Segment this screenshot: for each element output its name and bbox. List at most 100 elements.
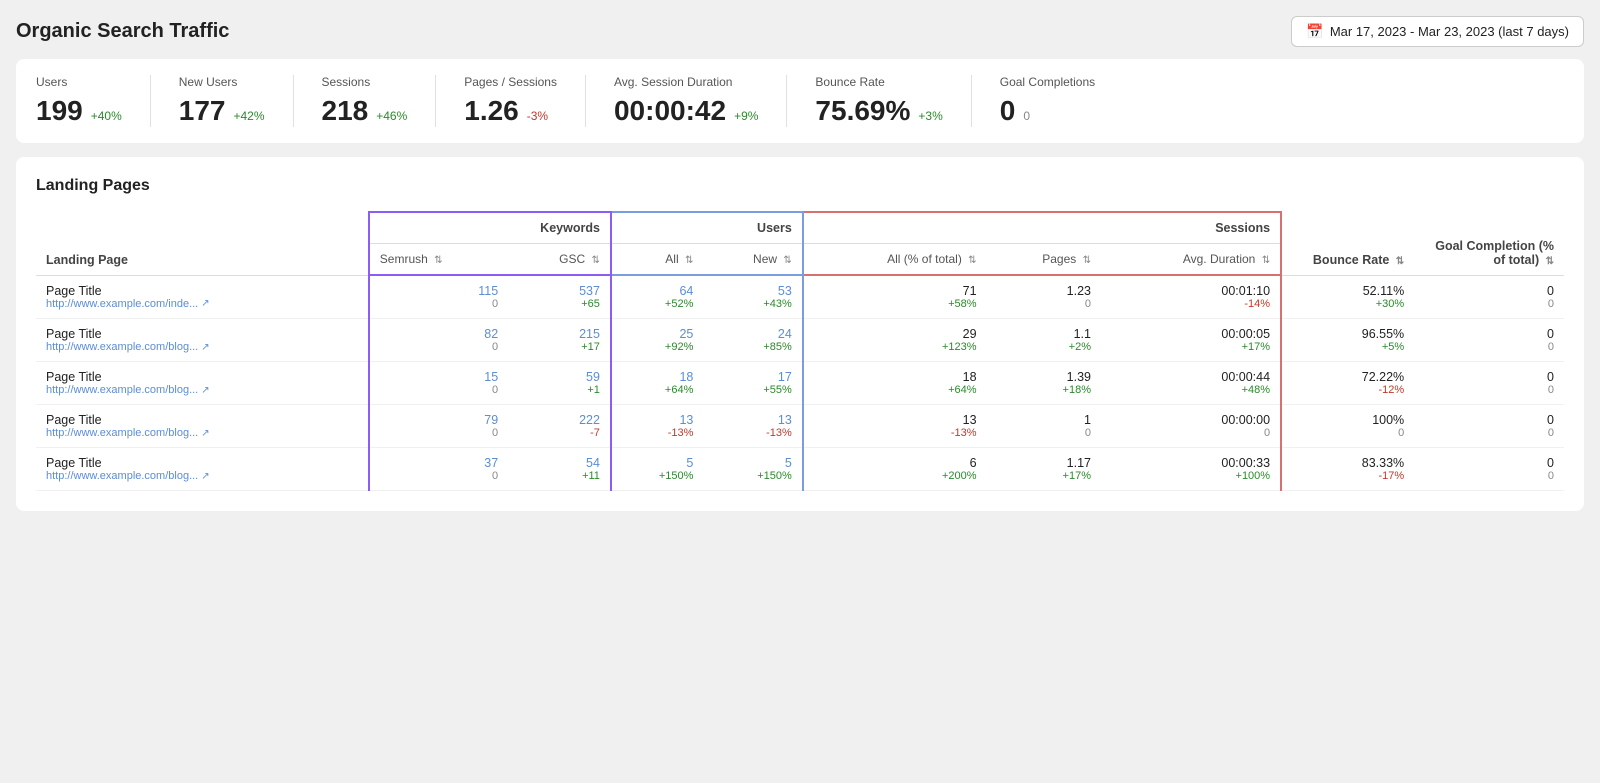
cell-change: 0 [380, 384, 498, 396]
goal-change: 0 [1424, 341, 1554, 353]
group-header-row: Landing Page Keywords Users Sessions Bou… [36, 212, 1564, 244]
data-cell: 17+55% [703, 362, 802, 405]
cell-value: 5 [686, 456, 693, 470]
bounce-value: 72.22% [1362, 370, 1404, 384]
new-users-col-header: New ⇅ [703, 244, 802, 276]
table-body: Page Title http://www.example.com/inde..… [36, 275, 1564, 491]
external-link-icon: ↗ [201, 428, 209, 439]
cell-value: 17 [778, 370, 792, 384]
goal-change: 0 [1424, 427, 1554, 439]
page-url[interactable]: http://www.example.com/inde... ↗ [46, 298, 358, 310]
data-cell: 29+123% [803, 319, 987, 362]
page-title-text: Page Title [46, 370, 358, 384]
cell-value: 25 [679, 327, 693, 341]
data-cell: 222-7 [508, 405, 611, 448]
metric-value: 0 [1000, 95, 1016, 127]
cell-value: 222 [579, 413, 600, 427]
cell-value: 15 [484, 370, 498, 384]
external-link-icon: ↗ [201, 385, 209, 396]
data-cell: 5+150% [611, 448, 703, 491]
metric-label: Avg. Session Duration [614, 75, 758, 89]
cell-change: +52% [622, 298, 693, 310]
metric-change: +46% [376, 109, 407, 123]
cell-change: +200% [814, 470, 977, 482]
metric-change: 0 [1023, 109, 1030, 123]
data-cell: 1.230 [987, 275, 1101, 319]
metric-label: New Users [179, 75, 265, 89]
cell-value: 6 [970, 456, 977, 470]
cell-value: 37 [484, 456, 498, 470]
table-row: Page Title http://www.example.com/blog..… [36, 319, 1564, 362]
cell-change: 0 [997, 427, 1091, 439]
page-url[interactable]: http://www.example.com/blog... ↗ [46, 427, 358, 439]
bounce-rate-cell: 72.22% -12% [1281, 362, 1414, 405]
cell-value: 1.1 [1074, 327, 1091, 341]
cell-value: 537 [579, 284, 600, 298]
goal-value: 0 [1547, 370, 1554, 384]
table-row: Page Title http://www.example.com/blog..… [36, 362, 1564, 405]
data-cell: 820 [369, 319, 508, 362]
all-sessions-filter-icon[interactable]: ⇅ [968, 255, 976, 266]
external-link-icon: ↗ [201, 298, 209, 309]
cell-change: +17% [1111, 341, 1270, 353]
cell-change: 0 [380, 470, 498, 482]
data-cell: 790 [369, 405, 508, 448]
cell-change: +64% [622, 384, 693, 396]
goal-value: 0 [1547, 327, 1554, 341]
cell-value: 18 [963, 370, 977, 384]
cell-change: +150% [622, 470, 693, 482]
page-url[interactable]: http://www.example.com/blog... ↗ [46, 341, 358, 353]
cell-change: 0 [380, 341, 498, 353]
goal-change: 0 [1424, 298, 1554, 310]
semrush-filter-icon[interactable]: ⇅ [434, 255, 442, 266]
data-cell: 370 [369, 448, 508, 491]
metric-value: 1.26 [464, 95, 519, 127]
all-users-filter-icon[interactable]: ⇅ [685, 255, 693, 266]
bounce-filter-icon[interactable]: ⇅ [1396, 256, 1404, 267]
goal-filter-icon[interactable]: ⇅ [1546, 256, 1554, 267]
cell-value: 1 [1084, 413, 1091, 427]
cell-value: 00:00:44 [1221, 370, 1270, 384]
cell-change: +65 [518, 298, 600, 310]
page-url[interactable]: http://www.example.com/blog... ↗ [46, 470, 358, 482]
goal-value: 0 [1547, 284, 1554, 298]
cell-change: -14% [1111, 298, 1270, 310]
external-link-icon: ↗ [201, 342, 209, 353]
new-users-filter-icon[interactable]: ⇅ [783, 255, 791, 266]
cell-value: 64 [679, 284, 693, 298]
cell-change: 0 [1111, 427, 1270, 439]
bounce-rate-header: Bounce Rate ⇅ [1281, 212, 1414, 275]
date-range-button[interactable]: 📅 Mar 17, 2023 - Mar 23, 2023 (last 7 da… [1291, 16, 1584, 47]
gsc-filter-icon[interactable]: ⇅ [592, 255, 600, 266]
avg-duration-col-header: Avg. Duration ⇅ [1101, 244, 1281, 276]
cell-change: 0 [997, 298, 1091, 310]
bounce-change: -17% [1292, 470, 1404, 482]
metric-change: +9% [734, 109, 758, 123]
page-title: Organic Search Traffic [16, 20, 229, 43]
metric-label: Pages / Sessions [464, 75, 557, 89]
data-cell: 1.39+18% [987, 362, 1101, 405]
cell-change: +17% [997, 470, 1091, 482]
cell-change: -13% [622, 427, 693, 439]
all-users-col-header: All ⇅ [611, 244, 703, 276]
landing-page-cell: Page Title http://www.example.com/blog..… [36, 319, 369, 362]
cell-change: +58% [814, 298, 977, 310]
date-range-label: Mar 17, 2023 - Mar 23, 2023 (last 7 days… [1330, 24, 1569, 39]
avg-duration-filter-icon[interactable]: ⇅ [1262, 255, 1270, 266]
cell-change: 0 [380, 298, 498, 310]
bounce-rate-cell: 52.11% +30% [1281, 275, 1414, 319]
metric-value: 177 [179, 95, 226, 127]
cell-change: +64% [814, 384, 977, 396]
cell-value: 79 [484, 413, 498, 427]
cell-value: 13 [778, 413, 792, 427]
data-cell: 13-13% [803, 405, 987, 448]
pages-filter-icon[interactable]: ⇅ [1083, 255, 1091, 266]
cell-change: +2% [997, 341, 1091, 353]
landing-page-header: Landing Page [36, 212, 369, 275]
page-url[interactable]: http://www.example.com/blog... ↗ [46, 384, 358, 396]
data-cell: 25+92% [611, 319, 703, 362]
keywords-group-header: Keywords [369, 212, 611, 244]
bounce-change: 0 [1292, 427, 1404, 439]
summary-metrics-card: Users199+40%New Users177+42%Sessions218+… [16, 59, 1584, 143]
cell-change: +11 [518, 470, 600, 482]
